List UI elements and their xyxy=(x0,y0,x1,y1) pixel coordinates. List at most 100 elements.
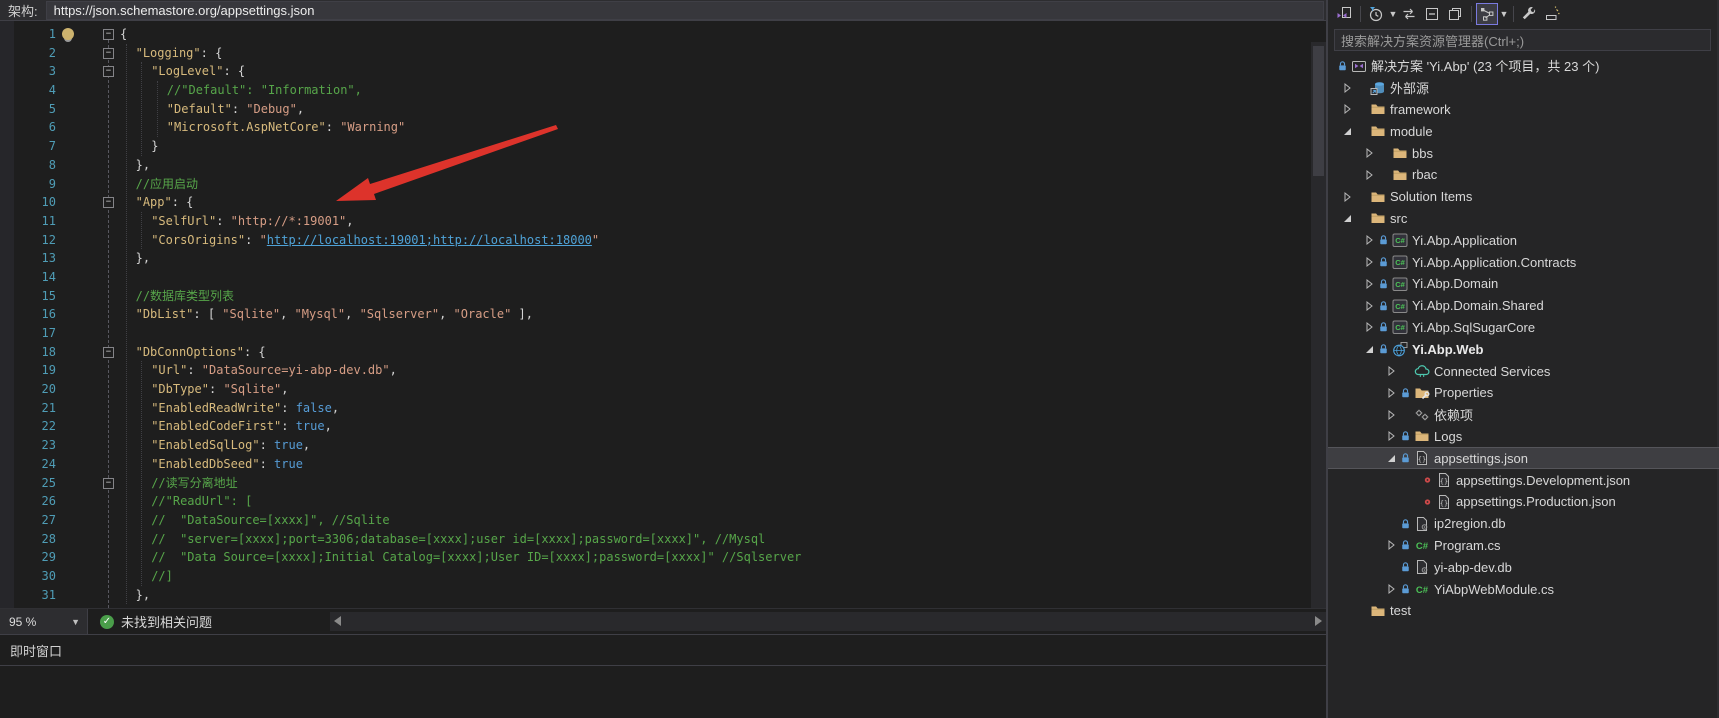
code-line[interactable]: 19"Url": "DataSource=yi-abp-dev.db", xyxy=(0,361,1326,380)
scroll-left-icon[interactable] xyxy=(334,616,341,626)
code-line[interactable]: 8}, xyxy=(0,156,1326,175)
expand-arrow-icon[interactable] xyxy=(1383,428,1399,444)
filter-dropdown-icon[interactable]: ▼ xyxy=(1388,9,1398,19)
fold-toggle-icon[interactable]: − xyxy=(103,48,114,59)
expand-arrow-icon[interactable] xyxy=(1383,537,1399,553)
schema-url-combobox[interactable]: https://json.schemastore.org/appsettings… xyxy=(46,1,1324,20)
code-line[interactable]: 29// "Data Source=[xxxx];Initial Catalog… xyxy=(0,548,1326,567)
fold-toggle-icon[interactable]: − xyxy=(103,66,114,77)
tree-item-yi.abp.application[interactable]: C#Yi.Abp.Application xyxy=(1328,229,1719,251)
code-line[interactable]: 20"DbType": "Sqlite", xyxy=(0,380,1326,399)
code-line[interactable]: 1−{ xyxy=(0,25,1326,44)
expand-arrow-icon[interactable] xyxy=(1339,101,1355,117)
code-line[interactable]: 17 xyxy=(0,324,1326,343)
code-line[interactable]: 6"Microsoft.AspNetCore": "Warning" xyxy=(0,118,1326,137)
tree-item-test[interactable]: test xyxy=(1328,600,1719,622)
pending-changes-filter-icon[interactable] xyxy=(1365,3,1387,25)
code-line[interactable]: 23"EnabledSqlLog": true, xyxy=(0,436,1326,455)
code-line[interactable]: 21"EnabledReadWrite": false, xyxy=(0,399,1326,418)
code-line[interactable]: 13}, xyxy=(0,249,1326,268)
code-line[interactable]: 12"CorsOrigins": "http://localhost:19001… xyxy=(0,231,1326,250)
tree-item--[interactable]: 外部源 xyxy=(1328,77,1719,99)
switch-views-icon[interactable] xyxy=(1333,3,1355,25)
expand-arrow-icon[interactable] xyxy=(1339,80,1355,96)
collapse-arrow-icon[interactable] xyxy=(1361,341,1377,357)
expand-arrow-icon[interactable] xyxy=(1361,276,1377,292)
tree-item--yi.abp-23-23-[interactable]: 解决方案 'Yi.Abp' (23 个项目，共 23 个) xyxy=(1328,55,1719,77)
sync-with-active-document-icon[interactable] xyxy=(1398,3,1420,25)
collapse-arrow-icon[interactable] xyxy=(1339,210,1355,226)
fold-toggle-icon[interactable]: − xyxy=(103,478,114,489)
lightbulb-icon[interactable] xyxy=(62,28,74,40)
document-health-indicator[interactable]: ✓ 未找到相关问题 xyxy=(100,609,212,634)
tree-item-yi.abp.web[interactable]: Yi.Abp.Web xyxy=(1328,338,1719,360)
code-line[interactable]: 7} xyxy=(0,137,1326,156)
tree-item-yiabpwebmodule.cs[interactable]: C#YiAbpWebModule.cs xyxy=(1328,578,1719,600)
properties-wrench-icon[interactable] xyxy=(1518,3,1540,25)
tree-item-solution-items[interactable]: Solution Items xyxy=(1328,186,1719,208)
code-line[interactable]: 27// "DataSource=[xxxx]", //Sqlite xyxy=(0,511,1326,530)
expand-arrow-icon[interactable] xyxy=(1383,385,1399,401)
code-editor[interactable]: 1−{2−"Logging": {3−"LogLevel": {4//"Defa… xyxy=(0,21,1326,608)
code-line[interactable]: 26//"ReadUrl": [ xyxy=(0,492,1326,511)
code-line[interactable]: 3−"LogLevel": { xyxy=(0,62,1326,81)
tree-item-framework[interactable]: framework xyxy=(1328,99,1719,121)
expand-arrow-icon[interactable] xyxy=(1361,145,1377,161)
tree-item-yi.abp.application.contracts[interactable]: C#Yi.Abp.Application.Contracts xyxy=(1328,251,1719,273)
code-line[interactable]: 16"DbList": [ "Sqlite", "Mysql", "Sqlser… xyxy=(0,305,1326,324)
tree-item-ip2region.db[interactable]: ip2region.db xyxy=(1328,513,1719,535)
code-line[interactable]: 25−//读写分离地址 xyxy=(0,474,1326,493)
tree-item--[interactable]: 依赖项 xyxy=(1328,404,1719,426)
expand-arrow-icon[interactable] xyxy=(1383,581,1399,597)
tree-item-yi-abp-dev.db[interactable]: yi-abp-dev.db xyxy=(1328,556,1719,578)
tree-item-appsettings.development.json[interactable]: {}appsettings.Development.json xyxy=(1328,469,1719,491)
tree-item-src[interactable]: src xyxy=(1328,208,1719,230)
collapse-arrow-icon[interactable] xyxy=(1383,450,1399,466)
tree-item-module[interactable]: module xyxy=(1328,120,1719,142)
solution-explorer-search-input[interactable]: 搜索解决方案资源管理器(Ctrl+;) xyxy=(1334,29,1711,51)
tree-item-properties[interactable]: Properties xyxy=(1328,382,1719,404)
tree-item-program.cs[interactable]: C#Program.cs xyxy=(1328,535,1719,557)
fold-toggle-icon[interactable]: − xyxy=(103,29,114,40)
expand-arrow-icon[interactable] xyxy=(1361,232,1377,248)
code-line[interactable]: 24"EnabledDbSeed": true xyxy=(0,455,1326,474)
code-line[interactable]: 2−"Logging": { xyxy=(0,44,1326,63)
expand-arrow-icon[interactable] xyxy=(1361,319,1377,335)
code-line[interactable]: 15//数据库类型列表 xyxy=(0,287,1326,306)
code-line[interactable]: 14 xyxy=(0,268,1326,287)
show-all-files-icon[interactable] xyxy=(1444,3,1466,25)
tree-item-yi.abp.domain[interactable]: C#Yi.Abp.Domain xyxy=(1328,273,1719,295)
horizontal-scrollbar[interactable] xyxy=(330,612,1326,631)
tree-item-logs[interactable]: Logs xyxy=(1328,426,1719,448)
code-line[interactable]: 9//应用启动 xyxy=(0,175,1326,194)
code-line[interactable]: 10−"App": { xyxy=(0,193,1326,212)
tree-item-yi.abp.domain.shared[interactable]: C#Yi.Abp.Domain.Shared xyxy=(1328,295,1719,317)
code-line[interactable]: 30//] xyxy=(0,567,1326,586)
preview-selected-items-icon[interactable] xyxy=(1541,3,1563,25)
tree-item-bbs[interactable]: bbs xyxy=(1328,142,1719,164)
tree-item-yi.abp.sqlsugarcore[interactable]: C#Yi.Abp.SqlSugarCore xyxy=(1328,317,1719,339)
track-active-item-icon[interactable] xyxy=(1476,3,1498,25)
code-line[interactable]: 22"EnabledCodeFirst": true, xyxy=(0,417,1326,436)
code-line[interactable]: 4//"Default": "Information", xyxy=(0,81,1326,100)
tree-item-rbac[interactable]: rbac xyxy=(1328,164,1719,186)
expand-arrow-icon[interactable] xyxy=(1361,254,1377,270)
vertical-scrollbar-thumb[interactable] xyxy=(1313,46,1324,176)
zoom-level-combobox[interactable]: 95 % ▼ xyxy=(0,609,88,634)
tree-item-connected-services[interactable]: Connected Services xyxy=(1328,360,1719,382)
tree-item-appsettings.json[interactable]: {}appsettings.json xyxy=(1328,447,1719,469)
vertical-scrollbar[interactable] xyxy=(1311,42,1326,608)
code-line[interactable]: 28// "server=[xxxx];port=3306;database=[… xyxy=(0,530,1326,549)
code-line[interactable]: 31}, xyxy=(0,586,1326,605)
track-dropdown-icon[interactable]: ▼ xyxy=(1499,9,1509,19)
collapse-all-icon[interactable] xyxy=(1421,3,1443,25)
code-line[interactable]: 5"Default": "Debug", xyxy=(0,100,1326,119)
expand-arrow-icon[interactable] xyxy=(1339,189,1355,205)
expand-arrow-icon[interactable] xyxy=(1383,407,1399,423)
immediate-window-title[interactable]: 即时窗口 xyxy=(0,635,1326,665)
scroll-right-icon[interactable] xyxy=(1315,616,1322,626)
expand-arrow-icon[interactable] xyxy=(1383,363,1399,379)
fold-toggle-icon[interactable]: − xyxy=(103,197,114,208)
expand-arrow-icon[interactable] xyxy=(1361,167,1377,183)
tree-item-appsettings.production.json[interactable]: {}appsettings.Production.json xyxy=(1328,491,1719,513)
